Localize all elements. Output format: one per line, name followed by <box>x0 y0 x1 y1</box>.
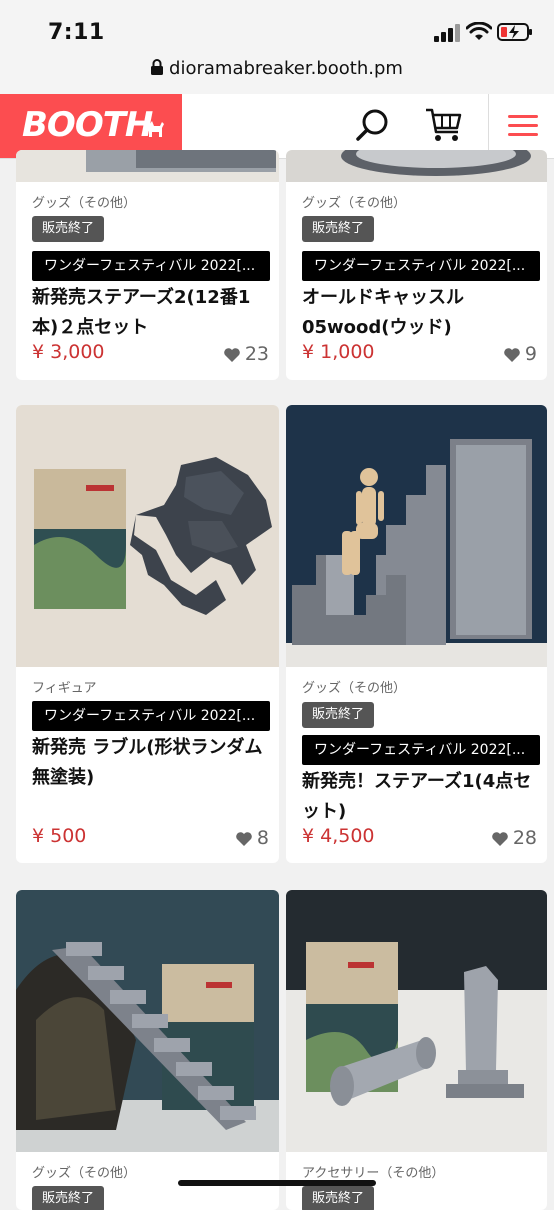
item-category: アクセサリー（その他） <box>302 1166 445 1181</box>
product-image <box>16 150 279 182</box>
item-title[interactable]: 新発売ステアーズ2(12番1本)２点セット <box>32 283 269 343</box>
like-count[interactable]: 23 <box>223 343 269 365</box>
like-count[interactable]: 9 <box>503 343 537 365</box>
item-title[interactable]: オールドキャッスル05wood(ウッド) <box>302 283 537 343</box>
booth-logo[interactable]: BOOTH <box>0 94 182 158</box>
item-price: ¥ 1,000 <box>302 341 375 363</box>
product-card[interactable]: アクセサリー（その他） 販売終了 <box>286 890 547 1210</box>
item-price: ¥ 500 <box>32 825 87 847</box>
search-icon[interactable] <box>352 106 392 146</box>
sold-out-badge: 販売終了 <box>302 1186 375 1210</box>
sold-out-badge: 販売終了 <box>32 216 105 242</box>
home-indicator <box>178 1180 376 1186</box>
logo-text: BOOTH <box>22 105 153 145</box>
item-category: グッズ（その他） <box>302 681 407 696</box>
camel-icon <box>144 121 164 137</box>
sold-out-badge: 販売終了 <box>32 1186 105 1210</box>
product-image <box>286 890 547 1152</box>
like-count[interactable]: 28 <box>491 827 537 849</box>
like-count[interactable]: 8 <box>235 827 269 849</box>
like-count-value: 23 <box>244 343 269 365</box>
signal-icon <box>434 24 460 42</box>
heart-icon <box>504 348 520 362</box>
item-title[interactable]: 新発売！ステアーズ1(4点セット) <box>302 767 537 827</box>
wifi-icon <box>466 22 492 40</box>
item-title[interactable]: 新発売 ラブル(形状ランダム無塗装) <box>32 733 269 793</box>
product-image <box>286 405 547 667</box>
product-card[interactable]: グッズ（その他） 販売終了 ワンダーフェスティバル 2022[... オールドキ… <box>286 150 547 380</box>
like-count-value: 9 <box>524 343 537 365</box>
lock-icon <box>151 59 164 75</box>
address-bar[interactable]: dioramabreaker.booth.pm <box>0 58 554 79</box>
sold-out-badge: 販売終了 <box>302 702 375 728</box>
product-image <box>16 405 279 667</box>
heart-icon <box>224 348 240 362</box>
item-category: グッズ（その他） <box>302 196 407 211</box>
item-category: フィギュア <box>32 681 97 696</box>
heart-icon <box>236 832 252 846</box>
sold-out-badge: 販売終了 <box>302 216 375 242</box>
item-category: グッズ（その他） <box>32 196 137 211</box>
heart-icon <box>492 832 508 846</box>
url-text: dioramabreaker.booth.pm <box>169 58 403 79</box>
event-tag[interactable]: ワンダーフェスティバル 2022[... <box>32 251 270 281</box>
product-card[interactable]: グッズ（その他） 販売終了 <box>16 890 279 1210</box>
product-image <box>286 150 547 182</box>
battery-icon <box>497 23 532 41</box>
item-category: グッズ（その他） <box>32 1166 137 1181</box>
product-card[interactable]: フィギュア ワンダーフェスティバル 2022[... 新発売 ラブル(形状ランダ… <box>16 405 279 863</box>
status-time: 7:11 <box>48 20 105 45</box>
event-tag[interactable]: ワンダーフェスティバル 2022[... <box>32 701 270 731</box>
product-image <box>16 890 279 1152</box>
like-count-value: 8 <box>256 827 269 849</box>
browser-status-bar: 7:11 dioramabreaker.booth.pm <box>0 0 554 94</box>
event-tag[interactable]: ワンダーフェスティバル 2022[... <box>302 735 540 765</box>
item-price: ¥ 4,500 <box>302 825 375 847</box>
item-price: ¥ 3,000 <box>32 341 105 363</box>
event-tag[interactable]: ワンダーフェスティバル 2022[... <box>302 251 540 281</box>
product-card[interactable]: グッズ（その他） 販売終了 ワンダーフェスティバル 2022[... 新発売ステ… <box>16 150 279 380</box>
product-card[interactable]: グッズ（その他） 販売終了 ワンダーフェスティバル 2022[... 新発売！ス… <box>286 405 547 863</box>
like-count-value: 28 <box>512 827 537 849</box>
cart-icon[interactable] <box>424 106 464 146</box>
hamburger-menu-icon[interactable] <box>488 94 554 158</box>
